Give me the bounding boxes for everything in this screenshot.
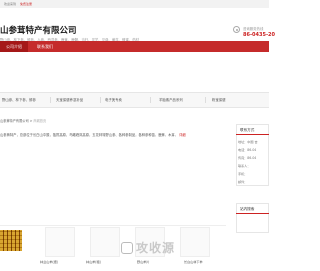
top-links: 欢迎来到 免费注册: [4, 1, 35, 7]
divider: [50, 97, 51, 103]
product-caption[interactable]: 长白山林下参: [184, 259, 203, 264]
contact-fax: 传真：86-04: [238, 156, 257, 160]
category-bar: 野山参、林下参、鲜参 天宝保健养滋补品 电子煲专卖 羊胎素产品系列 粉宝保健: [0, 92, 269, 108]
watermark-icon: [121, 242, 133, 254]
site-header: 山参茸特产有限公司 野山参、林下参、鲜参、人参、西洋参、鹿茸、鹿鞭、当归、灵芝、…: [0, 8, 275, 42]
category-item[interactable]: 天宝保健养滋补品: [56, 93, 83, 107]
hotline-number: 86-0435-20: [243, 32, 275, 38]
breadcrumb-separator: >: [29, 119, 33, 123]
product-thumb[interactable]: [180, 227, 210, 257]
product-thumb[interactable]: [45, 227, 75, 257]
register-link[interactable]: 免费注册: [20, 2, 32, 6]
breadcrumb: 山参茸特产有限公司 > 商城首页: [0, 118, 46, 123]
products-divider: [0, 225, 226, 226]
breadcrumb-home[interactable]: 山参茸特产有限公司: [0, 119, 29, 123]
intro-more-link[interactable]: 详细: [179, 133, 186, 137]
contact-mobile: 手机：: [238, 172, 248, 176]
product-caption[interactable]: 林山参(粗): [86, 259, 101, 264]
company-name: 山参茸特产有限公司: [0, 26, 77, 36]
divider: [205, 97, 206, 103]
product-caption[interactable]: 野山参片: [137, 259, 149, 264]
hotline-label: 咨询服务热线: [243, 27, 264, 31]
contact-address: 地址：中国 吉: [238, 140, 258, 144]
search-title: 站内搜索: [236, 205, 269, 214]
product-thumb[interactable]: [90, 227, 120, 257]
phone-icon: [233, 26, 240, 33]
nav-item-about[interactable]: 公司介绍: [0, 41, 28, 52]
product-image[interactable]: [0, 230, 22, 251]
contact-phone: 电话：86-04: [238, 148, 257, 152]
divider: [100, 97, 101, 103]
breadcrumb-current: 商城首页: [33, 119, 47, 123]
welcome-link[interactable]: 欢迎来到: [4, 2, 16, 6]
company-intro: 山参茸特产，总部位于长白山中麓，独揽高原，鸟瞰峰岚高原，五花林特野山参、各种参制…: [0, 133, 226, 138]
contact-title: 联系方式: [236, 126, 269, 135]
main-nav: 公司介绍 联系我们: [0, 41, 269, 52]
category-item[interactable]: 粉宝保健: [212, 93, 226, 107]
nav-item-contact[interactable]: 联系我们: [30, 41, 60, 52]
contact-person: 联系人：: [238, 164, 251, 168]
intro-text: 山参茸特产，总部位于长白山中麓，独揽高原，鸟瞰峰岚高原，五花林特野山参、各种参制…: [0, 133, 179, 137]
divider: [150, 97, 151, 103]
watermark-text: 攻收源: [136, 241, 176, 255]
category-item[interactable]: 野山参、林下参、鲜参: [2, 93, 36, 107]
product-caption[interactable]: 林业山参(细): [40, 259, 58, 264]
contact-email: 邮件：: [238, 180, 248, 184]
category-item[interactable]: 电子煲专卖: [105, 93, 122, 107]
category-item[interactable]: 羊胎素产品系列: [159, 93, 183, 107]
